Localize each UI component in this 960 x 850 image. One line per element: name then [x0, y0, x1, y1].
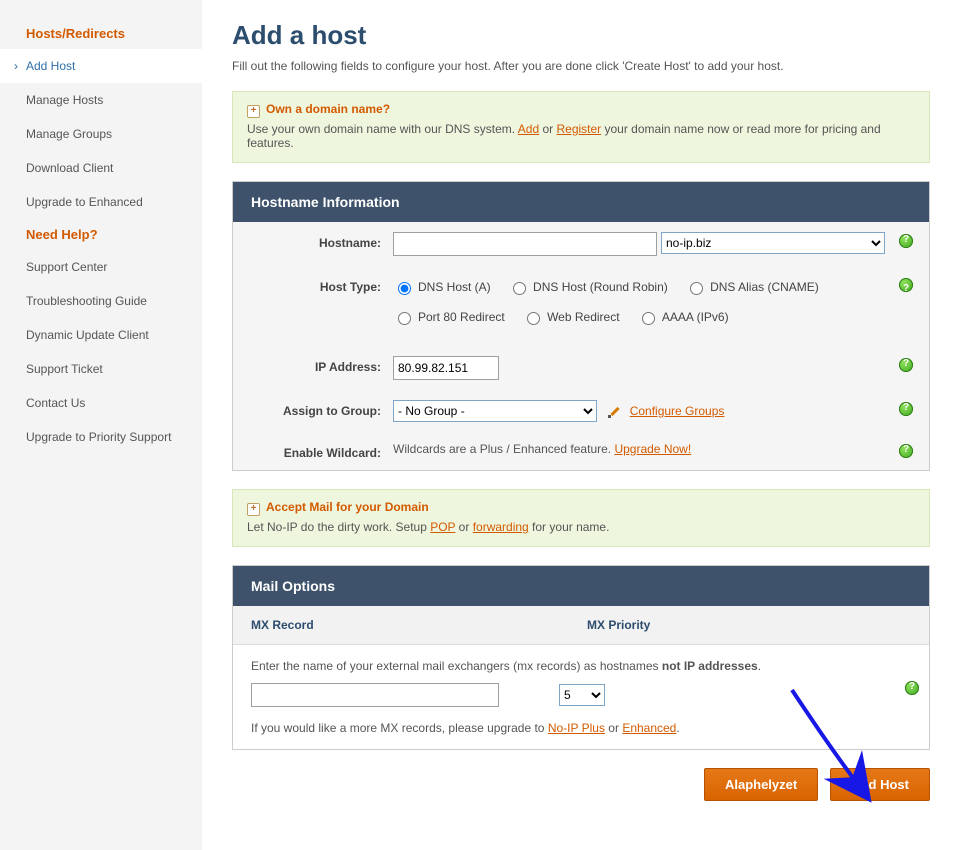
sidebar-item-manage-groups[interactable]: Manage Groups: [0, 117, 202, 151]
page-title: Add a host: [232, 20, 930, 51]
sidebar-item-add-host[interactable]: Add Host: [0, 49, 202, 83]
hosttype-label: Host Type:: [243, 276, 393, 294]
sidebar-section-hosts: Hosts/Redirects: [0, 18, 202, 49]
expand-icon[interactable]: +: [247, 503, 260, 516]
wildcard-text: Wildcards are a Plus / Enhanced feature.: [393, 442, 614, 456]
ip-label: IP Address:: [243, 356, 393, 374]
mx-more-text: If you would like a more MX records, ple…: [251, 721, 911, 735]
help-icon[interactable]: [899, 358, 913, 372]
group-select[interactable]: - No Group -: [393, 400, 597, 422]
radio-port80[interactable]: Port 80 Redirect: [393, 306, 505, 328]
mx-record-input[interactable]: [251, 683, 499, 707]
add-host-button[interactable]: Add Host: [830, 768, 930, 801]
main-content: Add a host Fill out the following fields…: [202, 0, 960, 850]
mx-priority-col: MX Priority: [569, 606, 668, 644]
sidebar-item-manage-hosts[interactable]: Manage Hosts: [0, 83, 202, 117]
sidebar-item-support-ticket[interactable]: Support Ticket: [0, 352, 202, 386]
mx-priority-select[interactable]: 5: [559, 684, 605, 706]
accept-mail-text: Let No-IP do the dirty work. Setup POP o…: [247, 520, 915, 534]
pop-link[interactable]: POP: [430, 520, 455, 534]
help-icon[interactable]: [905, 681, 919, 695]
hostname-input[interactable]: [393, 232, 657, 256]
radio-dns-a[interactable]: DNS Host (A): [393, 276, 491, 298]
mail-panel-header: Mail Options: [233, 566, 929, 606]
mx-intro: Enter the name of your external mail exc…: [251, 659, 911, 673]
accept-mail-box: + Accept Mail for your Domain Let No-IP d…: [232, 489, 930, 547]
sidebar-item-upgrade-enhanced[interactable]: Upgrade to Enhanced: [0, 185, 202, 219]
help-icon[interactable]: [899, 444, 913, 458]
sidebar-item-priority-support[interactable]: Upgrade to Priority Support: [0, 420, 202, 454]
accept-mail-title: Accept Mail for your Domain: [266, 500, 429, 514]
sidebar-item-support-center[interactable]: Support Center: [0, 250, 202, 284]
sidebar-section-help: Need Help?: [0, 219, 202, 250]
help-icon[interactable]: [899, 402, 913, 416]
hostname-panel-header: Hostname Information: [233, 182, 929, 222]
reset-button[interactable]: Alaphelyzet: [704, 768, 818, 801]
radio-web-redirect[interactable]: Web Redirect: [522, 306, 619, 328]
sidebar-item-ddns-client[interactable]: Dynamic Update Client: [0, 318, 202, 352]
own-domain-text: Use your own domain name with our DNS sy…: [247, 122, 915, 150]
register-domain-link[interactable]: Register: [556, 122, 601, 136]
wildcard-label: Enable Wildcard:: [243, 442, 393, 460]
upgrade-now-link[interactable]: Upgrade Now!: [614, 442, 691, 456]
own-domain-box: + Own a domain name? Use your own domain …: [232, 91, 930, 163]
sidebar-item-download-client[interactable]: Download Client: [0, 151, 202, 185]
own-domain-title: Own a domain name?: [266, 102, 390, 116]
add-domain-link[interactable]: Add: [518, 122, 539, 136]
domain-select[interactable]: no-ip.biz: [661, 232, 885, 254]
enhanced-link[interactable]: Enhanced: [622, 721, 676, 735]
mx-record-col: MX Record: [233, 606, 569, 644]
help-icon[interactable]: [899, 278, 913, 292]
configure-groups-link[interactable]: Configure Groups: [630, 404, 725, 418]
radio-cname[interactable]: DNS Alias (CNAME): [685, 276, 819, 298]
ip-input[interactable]: [393, 356, 499, 380]
sidebar-item-contact[interactable]: Contact Us: [0, 386, 202, 420]
group-label: Assign to Group:: [243, 400, 393, 418]
hostname-panel: Hostname Information Hostname: no-ip.biz…: [232, 181, 930, 471]
page-subtitle: Fill out the following fields to configu…: [232, 59, 930, 73]
pencil-icon: [608, 405, 622, 419]
radio-aaaa[interactable]: AAAA (IPv6): [637, 306, 729, 328]
sidebar: Hosts/Redirects Add Host Manage Hosts Ma…: [0, 0, 202, 850]
mail-panel: Mail Options MX Record MX Priority Enter…: [232, 565, 930, 750]
sidebar-item-troubleshooting[interactable]: Troubleshooting Guide: [0, 284, 202, 318]
help-icon[interactable]: [899, 234, 913, 248]
forwarding-link[interactable]: forwarding: [473, 520, 529, 534]
hostname-label: Hostname:: [243, 232, 393, 250]
radio-dns-rr[interactable]: DNS Host (Round Robin): [508, 276, 668, 298]
noip-plus-link[interactable]: No-IP Plus: [548, 721, 605, 735]
expand-icon[interactable]: +: [247, 105, 260, 118]
